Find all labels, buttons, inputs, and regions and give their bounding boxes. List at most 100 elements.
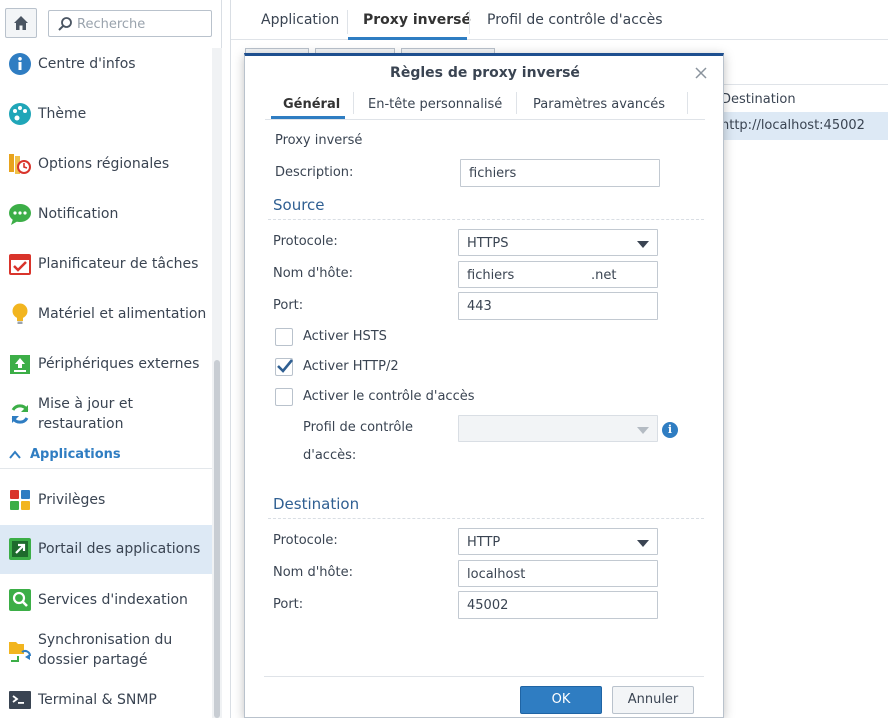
- home-button[interactable]: [5, 8, 37, 38]
- http2-checkbox[interactable]: [275, 358, 294, 376]
- indexing-search-icon: [8, 588, 32, 612]
- chevron-down-icon: [637, 427, 649, 434]
- table-row[interactable]: http://localhost:45002: [717, 112, 888, 140]
- tab-separator: [347, 10, 348, 34]
- active-tab-indicator: [348, 37, 467, 40]
- destination-hostname-field[interactable]: localhost: [458, 560, 658, 587]
- section-divider: [268, 518, 704, 519]
- sidebar-item-theme[interactable]: Thème: [0, 98, 212, 130]
- destination-port-value: 45002: [467, 598, 509, 613]
- tab-custom-header[interactable]: En-tête personnalisé: [368, 97, 502, 112]
- destination-protocol-select[interactable]: HTTP: [458, 528, 658, 555]
- cancel-button[interactable]: Annuler: [612, 686, 694, 714]
- source-hostname-value: fichiers: [467, 268, 515, 283]
- destination-hostname-value: localhost: [467, 567, 526, 582]
- sidebar-item-task-scheduler[interactable]: Planificateur de tâches: [0, 248, 212, 280]
- sidebar-item-label-line2: dossier partagé: [38, 652, 148, 668]
- search-icon: [58, 17, 72, 31]
- search-input[interactable]: [77, 14, 207, 34]
- refresh-icon: [8, 402, 32, 426]
- source-protocol-value: HTTPS: [467, 236, 509, 251]
- access-profile-select[interactable]: [458, 415, 658, 442]
- lightbulb-icon: [8, 302, 32, 326]
- dialog-title: Règles de proxy inversé: [390, 65, 580, 81]
- sidebar-scrollbar-thumb[interactable]: [214, 360, 220, 718]
- destination-port-field[interactable]: 45002: [458, 591, 658, 619]
- chat-bubble-icon: [8, 202, 32, 226]
- sidebar-item-hardware-power[interactable]: Matériel et alimentation: [0, 298, 212, 330]
- section-applications[interactable]: Applications: [0, 444, 212, 468]
- sidebar-item-update-restore[interactable]: Mise à jour et restauration: [0, 392, 212, 436]
- app-portal-icon: [8, 537, 32, 561]
- close-icon[interactable]: [693, 65, 709, 81]
- tab-application[interactable]: Application: [261, 12, 339, 28]
- sidebar-item-shared-folder-sync[interactable]: Synchronisation du dossier partagé: [0, 628, 212, 672]
- source-port-field[interactable]: 443: [458, 292, 658, 320]
- sidebar-item-regional-options[interactable]: Options régionales: [0, 148, 212, 180]
- sidebar-item-notification[interactable]: Notification: [0, 198, 212, 230]
- sidebar-item-label: Synchronisation du: [38, 632, 173, 648]
- sidebar-item-info-center[interactable]: Centre d'infos: [0, 48, 212, 80]
- sidebar-item-label: Centre d'infos: [38, 56, 136, 72]
- sidebar-item-label: Privilèges: [38, 492, 106, 508]
- sidebar-item-label-line2: restauration: [38, 416, 124, 432]
- sidebar-item-external-devices[interactable]: Périphériques externes: [0, 348, 212, 380]
- home-icon: [14, 16, 28, 30]
- search-box[interactable]: [48, 10, 212, 37]
- calendar-check-icon: [8, 252, 32, 276]
- sidebar-item-label: Services d'indexation: [38, 592, 188, 608]
- tab-reverse-proxy[interactable]: Proxy inversé: [363, 12, 471, 28]
- main-tabs: Application Proxy inversé Profil de cont…: [231, 0, 888, 40]
- chevron-down-icon: [637, 241, 649, 248]
- tab-access-control-profile[interactable]: Profil de contrôle d'accès: [487, 12, 663, 28]
- sidebar-item-privileges[interactable]: Privilèges: [0, 484, 212, 516]
- external-device-icon: [8, 352, 32, 376]
- proxy-label: Proxy inversé: [275, 133, 363, 148]
- tab-general[interactable]: Général: [283, 97, 340, 112]
- sidebar-item-application-portal[interactable]: Portail des applications: [0, 525, 212, 574]
- regional-options-icon: [8, 152, 32, 176]
- access-control-checkbox[interactable]: [275, 388, 293, 406]
- sidebar-item-terminal-snmp[interactable]: Terminal & SNMP: [0, 684, 212, 716]
- palette-icon: [8, 102, 32, 126]
- source-hostname-field[interactable]: fichiers .net: [458, 261, 658, 288]
- source-protocol-select[interactable]: HTTPS: [458, 229, 658, 256]
- section-applications-label: Applications: [30, 447, 121, 462]
- hsts-checkbox[interactable]: [275, 328, 293, 346]
- sidebar-item-label: Matériel et alimentation: [38, 306, 207, 322]
- tab-separator: [353, 92, 354, 114]
- sidebar-item-indexing-service[interactable]: Services d'indexation: [0, 584, 212, 616]
- sidebar-item-label: Options régionales: [38, 156, 170, 172]
- http2-label: Activer HTTP/2: [303, 359, 399, 374]
- tab-separator: [469, 10, 470, 34]
- checkmark-icon: [277, 359, 294, 373]
- source-port-label: Port:: [273, 298, 304, 313]
- source-port-value: 443: [467, 299, 492, 314]
- sidebar: Centre d'infos Thème Options régionales …: [0, 0, 222, 718]
- hsts-label: Activer HSTS: [303, 329, 387, 344]
- tab-advanced-settings[interactable]: Paramètres avancés: [533, 97, 665, 112]
- sidebar-topbar: [0, 0, 222, 48]
- source-hostname-label: Nom d'hôte:: [273, 266, 353, 281]
- sidebar-item-label: Périphériques externes: [38, 356, 200, 372]
- info-icon[interactable]: i: [662, 422, 678, 438]
- tab-separator: [687, 92, 688, 114]
- destination-protocol-value: HTTP: [467, 535, 501, 550]
- source-protocol-label: Protocole:: [273, 234, 338, 249]
- description-field[interactable]: fichiers: [460, 159, 660, 187]
- sidebar-item-label: Notification: [38, 206, 119, 222]
- grid-column-header-destination[interactable]: Destination: [717, 84, 888, 112]
- chevron-up-icon: [9, 450, 21, 459]
- info-icon: [8, 52, 32, 76]
- grid-header-label: Destination: [721, 92, 796, 107]
- shared-folder-sync-icon: [8, 638, 32, 662]
- grid-cell-destination: http://localhost:45002: [721, 118, 865, 133]
- source-hostname-suffix: .net: [591, 268, 617, 283]
- terminal-icon: [8, 688, 32, 712]
- access-profile-label: Profil de contrôle: [303, 420, 413, 435]
- destination-hostname-label: Nom d'hôte:: [273, 565, 353, 580]
- ok-button[interactable]: OK: [520, 686, 602, 714]
- access-profile-label-line2: d'accès:: [303, 448, 357, 463]
- description-value: fichiers: [469, 166, 517, 181]
- destination-section-title: Destination: [273, 495, 360, 513]
